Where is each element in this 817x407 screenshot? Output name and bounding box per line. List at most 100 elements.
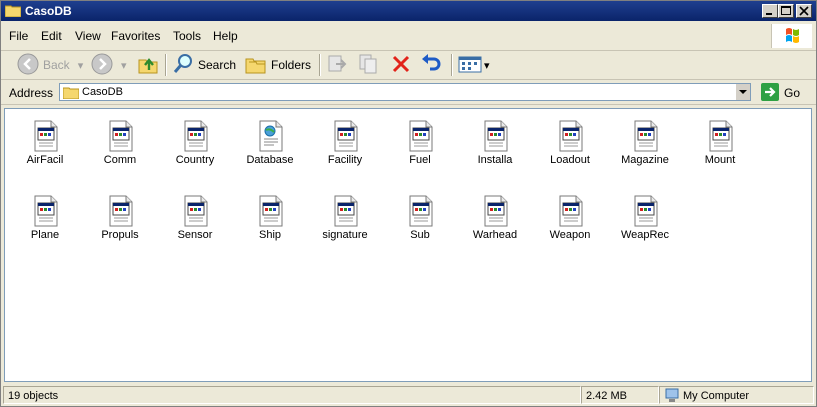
file-item[interactable]: Installa: [460, 114, 530, 174]
file-name-label: AirFacil: [26, 154, 64, 166]
my-computer-icon: [664, 388, 680, 406]
title-bar[interactable]: CasoDB: [1, 1, 816, 21]
file-item[interactable]: AirFacil: [10, 114, 80, 174]
search-label: Search: [198, 58, 237, 72]
undo-icon: [420, 53, 442, 78]
views-button[interactable]: ▾: [458, 53, 490, 77]
search-button[interactable]: Search: [172, 53, 236, 77]
status-objects: 19 objects: [8, 390, 59, 402]
address-bar: Address CasoDB Go: [1, 80, 816, 105]
file-name-label: Ship: [258, 229, 282, 241]
delete-x-icon: [390, 53, 412, 78]
document-icon: [633, 195, 659, 227]
toolbar-separator: [165, 54, 167, 76]
document-icon: [333, 120, 359, 152]
window-title: CasoDB: [25, 4, 72, 18]
document-icon: [633, 120, 659, 152]
maximize-button[interactable]: [778, 4, 794, 18]
file-item[interactable]: Database: [235, 114, 305, 174]
file-item[interactable]: Mount: [685, 114, 755, 174]
back-button[interactable]: Back ▾: [17, 53, 83, 77]
status-size-panel: 2.42 MB: [581, 386, 659, 404]
document-icon: [558, 195, 584, 227]
status-objects-panel: 19 objects: [3, 386, 581, 404]
move-to-button[interactable]: [326, 53, 348, 77]
file-item[interactable]: Sub: [385, 189, 455, 249]
menu-file[interactable]: File: [9, 29, 28, 43]
file-item[interactable]: Comm: [85, 114, 155, 174]
status-bar: 19 objects 2.42 MB My Computer: [1, 384, 816, 406]
file-name-label: WeapRec: [620, 229, 670, 241]
file-name-label: Weapon: [549, 229, 591, 241]
file-item[interactable]: Facility: [310, 114, 380, 174]
forward-button[interactable]: ▾: [91, 53, 127, 77]
menu-edit[interactable]: Edit: [41, 29, 62, 43]
file-item[interactable]: Fuel: [385, 114, 455, 174]
file-name-label: Sensor: [177, 229, 213, 241]
copy-to-button[interactable]: [358, 53, 380, 77]
folders-button[interactable]: Folders: [245, 53, 311, 77]
file-name-label: Propuls: [101, 229, 139, 241]
go-button[interactable]: Go: [759, 83, 811, 101]
document-icon: [108, 120, 134, 152]
menu-view[interactable]: View: [75, 29, 101, 43]
file-name-label: Mount: [704, 154, 736, 166]
document-icon: [558, 120, 584, 152]
file-item[interactable]: signature: [310, 189, 380, 249]
toolbar: Back ▾ ▾ Search Folders ▾: [1, 51, 816, 80]
explorer-window: CasoDB File Edit View Favorites Tools He…: [0, 0, 817, 407]
forward-dropdown-icon[interactable]: ▾: [121, 59, 127, 72]
menu-tools[interactable]: Tools: [173, 29, 201, 43]
status-size: 2.42 MB: [586, 390, 627, 402]
views-dropdown-icon[interactable]: ▾: [484, 59, 490, 72]
file-list-view[interactable]: AirFacil Comm Country Database Facility Fuel I…: [4, 108, 812, 382]
file-item[interactable]: Magazine: [610, 114, 680, 174]
file-item[interactable]: WeapRec: [610, 189, 680, 249]
back-dropdown-icon[interactable]: ▾: [78, 59, 84, 72]
file-name-label: signature: [322, 229, 368, 241]
address-dropdown-button[interactable]: [735, 84, 750, 100]
move-to-icon: [326, 53, 348, 78]
file-item[interactable]: Weapon: [535, 189, 605, 249]
document-icon: [333, 195, 359, 227]
address-value: CasoDB: [82, 86, 123, 98]
search-icon: [172, 53, 194, 78]
windows-logo-icon: [771, 24, 812, 48]
document-icon: [483, 195, 509, 227]
minimize-button[interactable]: [762, 4, 778, 18]
file-item[interactable]: Country: [160, 114, 230, 174]
folders-icon: [245, 53, 267, 78]
file-item[interactable]: Plane: [10, 189, 80, 249]
undo-button[interactable]: [420, 53, 442, 77]
address-input[interactable]: CasoDB: [59, 83, 751, 101]
file-name-label: Facility: [327, 154, 363, 166]
document-icon: [408, 195, 434, 227]
go-arrow-icon: [761, 83, 779, 104]
back-label: Back: [43, 58, 70, 72]
document-icon: [33, 120, 59, 152]
toolbar-separator: [451, 54, 453, 76]
file-name-label: Country: [175, 154, 215, 166]
document-icon: [708, 120, 734, 152]
forward-arrow-icon: [91, 53, 113, 78]
file-name-label: Database: [246, 154, 294, 166]
file-item[interactable]: Propuls: [85, 189, 155, 249]
document-icon: [183, 120, 209, 152]
file-name-label: Loadout: [550, 154, 590, 166]
delete-button[interactable]: [390, 53, 412, 77]
toolbar-separator: [319, 54, 321, 76]
document-icon: [408, 120, 434, 152]
file-name-label: Fuel: [409, 154, 431, 166]
close-button[interactable]: [796, 4, 812, 18]
file-name-label: Magazine: [621, 154, 669, 166]
file-item[interactable]: Ship: [235, 189, 305, 249]
menu-help[interactable]: Help: [213, 29, 238, 43]
go-label: Go: [784, 86, 801, 100]
menu-favorites[interactable]: Favorites: [111, 29, 160, 43]
file-item[interactable]: Sensor: [160, 189, 230, 249]
file-item[interactable]: Loadout: [535, 114, 605, 174]
file-name-label: Warhead: [472, 229, 518, 241]
file-item[interactable]: Warhead: [460, 189, 530, 249]
file-name-label: Plane: [30, 229, 60, 241]
up-folder-button[interactable]: [137, 53, 159, 77]
